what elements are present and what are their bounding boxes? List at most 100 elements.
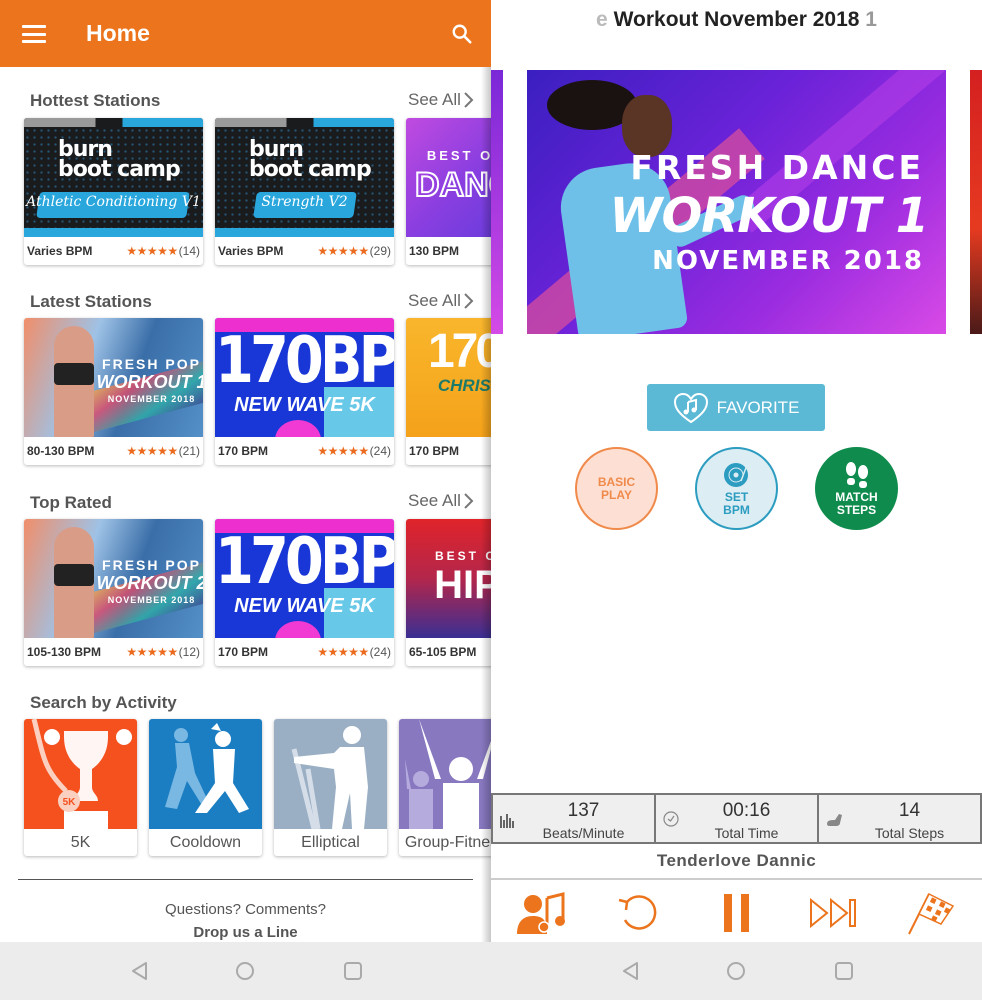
basic-play-button[interactable]: BASIC PLAY xyxy=(575,447,658,530)
screen: Home Hottest Stations See All burn boot c… xyxy=(0,0,982,1000)
station-artwork: 170 CHRIST xyxy=(406,318,491,437)
search-icon[interactable] xyxy=(451,23,473,45)
chevron-right-icon xyxy=(464,92,474,108)
see-all-label: See All xyxy=(408,291,461,310)
station-rating: ★★★★★ (12) xyxy=(126,645,200,659)
back-icon[interactable] xyxy=(621,961,641,981)
artwork-subtitle: Strength V2 xyxy=(261,194,348,210)
station-card[interactable]: burn boot camp Strength V2 Varies BPM ★★★… xyxy=(215,118,394,265)
artwork-line3: NOVEMBER 2018 xyxy=(107,595,196,605)
station-card[interactable]: 170BPM NEW WAVE 5K 170 BPM ★★★★★(24) xyxy=(215,519,394,666)
rating-count: (14) xyxy=(178,244,200,258)
activity-label: Cooldown xyxy=(169,834,242,851)
artwork-line1: FRESH POP xyxy=(102,356,201,372)
station-artwork: FRESH POP WORKOUT 2 NOVEMBER 2018 xyxy=(24,519,203,638)
group-fitness-icon xyxy=(399,719,491,829)
hero-line1: FRESH DANCE xyxy=(630,148,924,187)
see-all-top-rated-link[interactable]: See All xyxy=(408,491,474,511)
chevron-right-icon xyxy=(464,493,474,509)
previous-artwork-peek[interactable] xyxy=(491,70,503,334)
home-icon[interactable] xyxy=(235,961,255,981)
replay-icon[interactable] xyxy=(613,890,665,936)
track-divider xyxy=(491,878,982,880)
section-title-latest: Latest Stations xyxy=(30,292,152,311)
activity-tile-group-fitness[interactable]: Group-Fitness xyxy=(399,719,491,856)
station-card[interactable]: BEST OF DANCE 130 BPM xyxy=(406,118,491,265)
artwork-line2: CHRIST xyxy=(437,376,491,395)
station-card[interactable]: 170 CHRIST 170 BPM xyxy=(406,318,491,465)
next-artwork-peek[interactable] xyxy=(970,70,982,334)
section-title-activity: Search by Activity xyxy=(30,693,177,712)
stat-label: Beats/Minute xyxy=(542,825,625,841)
back-icon[interactable] xyxy=(130,961,150,981)
station-card[interactable]: FRESH POP WORKOUT 2 NOVEMBER 2018 105-13… xyxy=(24,519,203,666)
set-bpm-button[interactable]: SET BPM xyxy=(695,447,778,530)
station-rating: ★★★★★ (14) xyxy=(126,244,200,258)
artwork-line1: BEST OF xyxy=(434,549,491,563)
rating-count: (29) xyxy=(369,244,391,258)
star-rating-icon: ★★★★★ xyxy=(126,444,178,458)
artwork-line1: FRESH POP xyxy=(102,557,201,573)
activity-label: Group-Fitness xyxy=(404,834,491,851)
artwork-line1: 170BPM xyxy=(215,323,394,398)
station-artwork: burn boot camp Athletic Conditioning V1 xyxy=(24,118,203,237)
stat-steps: 14 Total Steps xyxy=(817,793,982,844)
title-fade-right: 1 xyxy=(865,8,877,31)
home-icon[interactable] xyxy=(726,961,746,981)
stat-label: Total Time xyxy=(714,825,779,841)
station-bpm: 105-130 BPM xyxy=(27,645,102,659)
station-bpm: 65-105 BPM xyxy=(409,645,477,659)
star-rating-icon: ★★★★★ xyxy=(126,645,178,659)
rating-count: (21) xyxy=(178,444,200,458)
station-bpm: 130 BPM xyxy=(409,244,460,258)
rating-count: (12) xyxy=(178,645,200,659)
home-screen: Home Hottest Stations See All burn boot c… xyxy=(0,0,491,1000)
recents-icon[interactable] xyxy=(834,961,854,981)
mode-label-line1: MATCH xyxy=(835,489,878,504)
artist-music-icon[interactable] xyxy=(515,890,567,936)
match-steps-button[interactable]: MATCH STEPS xyxy=(815,447,898,530)
skip-next-icon[interactable] xyxy=(809,890,861,936)
station-hero-artwork[interactable]: FRESH DANCE WORKOUT 1 NOVEMBER 2018 xyxy=(527,70,946,334)
activity-tile-elliptical[interactable]: Elliptical xyxy=(274,719,387,856)
now-playing-screen: e Workout November 2018 1 FRESH DANCE WO… xyxy=(491,0,982,1000)
drop-us-a-line-link[interactable]: Drop us a Line xyxy=(0,924,491,941)
recents-icon[interactable] xyxy=(343,961,363,981)
mode-label-line2: BPM xyxy=(723,502,750,517)
station-bpm: 170 BPM xyxy=(218,645,269,659)
activity-label: Elliptical xyxy=(301,834,360,851)
artwork-line2: WORKOUT 2 xyxy=(96,573,204,593)
stat-value: 00:16 xyxy=(722,800,771,821)
page-title: Home xyxy=(86,20,150,46)
artwork-title-large: DANCE xyxy=(414,165,491,205)
trophy-icon: 5K xyxy=(24,719,137,829)
pause-icon[interactable] xyxy=(711,890,763,936)
activity-tile-5k[interactable]: 5K 5K xyxy=(24,719,137,856)
stat-label: Total Steps xyxy=(874,825,945,841)
stat-value: 14 xyxy=(898,800,921,821)
see-all-latest-link[interactable]: See All xyxy=(408,291,474,311)
mode-label-line1: SET xyxy=(724,489,749,504)
favorite-button[interactable]: FAVORITE xyxy=(647,384,825,431)
see-all-label: See All xyxy=(408,491,461,510)
turntable-icon xyxy=(723,462,748,487)
station-card[interactable]: FRESH POP WORKOUT 1 NOVEMBER 2018 80-130… xyxy=(24,318,203,465)
artwork-line1: 170 xyxy=(427,325,491,378)
station-card[interactable]: 170BPM NEW WAVE 5K 170 BPM ★★★★★(24) xyxy=(215,318,394,465)
station-bpm: 170 BPM xyxy=(218,444,269,458)
hamburger-menu-icon[interactable] xyxy=(22,25,46,43)
stat-value: 137 xyxy=(567,800,600,821)
artwork-title: burn boot camp xyxy=(249,137,372,182)
station-card[interactable]: burn boot camp Athletic Conditioning V1 V… xyxy=(24,118,203,265)
activity-label: 5K xyxy=(70,834,91,851)
artwork-title: burn boot camp xyxy=(58,137,181,182)
favorite-label: FAVORITE xyxy=(716,397,800,417)
mode-label-line2: STEPS xyxy=(836,502,877,517)
activity-tile-cooldown[interactable]: Cooldown xyxy=(149,719,262,856)
station-card[interactable]: BEST OF HIP 65-105 BPM xyxy=(406,519,491,666)
see-all-hottest-link[interactable]: See All xyxy=(408,90,474,110)
finish-flag-icon[interactable] xyxy=(907,890,959,936)
section-title-hottest: Hottest Stations xyxy=(30,91,161,110)
star-rating-icon: ★★★★★ xyxy=(126,244,178,258)
rating-count: (24) xyxy=(369,444,391,458)
